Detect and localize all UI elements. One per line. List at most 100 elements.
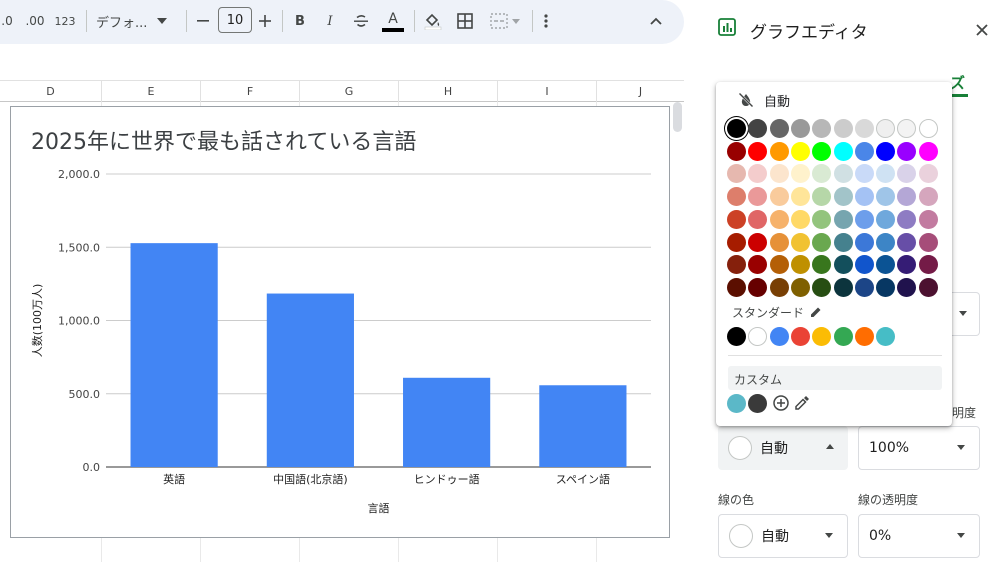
font-size-input[interactable]: 10 [218,7,252,33]
color-swatch[interactable] [897,209,917,229]
color-swatch[interactable] [918,164,938,184]
color-swatch[interactable] [748,255,768,275]
color-swatch[interactable] [876,209,896,229]
increase-decimal-button[interactable]: .00 [22,8,48,34]
color-swatch[interactable] [727,232,746,252]
color-swatch[interactable] [876,277,896,297]
eyedropper-button[interactable] [794,395,810,415]
color-swatch[interactable] [748,187,768,207]
column-header[interactable]: I [498,81,597,102]
color-swatch[interactable] [812,141,832,161]
color-swatch[interactable] [727,255,746,275]
color-swatch[interactable] [812,119,832,138]
color-swatch[interactable] [833,187,853,207]
color-swatch[interactable] [790,164,810,184]
color-swatch[interactable] [790,141,810,161]
color-swatch[interactable] [833,255,853,275]
font-size-increase-button[interactable] [256,8,274,34]
color-swatch[interactable] [854,164,874,184]
color-swatch[interactable] [769,209,789,229]
standard-color-swatch[interactable] [790,327,810,346]
color-swatch[interactable] [769,164,789,184]
color-swatch[interactable] [812,255,832,275]
edit-standard-colors-button[interactable] [810,303,822,322]
color-swatch[interactable] [876,255,896,275]
color-swatch[interactable] [790,187,810,207]
color-swatch[interactable] [748,232,768,252]
color-swatch[interactable] [876,164,896,184]
fill-color-button[interactable] [422,8,444,34]
color-swatch[interactable] [769,187,789,207]
fill-opacity-dropdown[interactable]: 100% [858,426,980,470]
color-swatch[interactable] [918,232,938,252]
color-swatch[interactable] [812,277,832,297]
standard-color-swatch[interactable] [812,327,832,346]
color-swatch[interactable] [727,187,746,207]
color-swatch[interactable] [897,164,917,184]
color-swatch[interactable] [854,277,874,297]
chart[interactable]: 2025年に世界で最も話されている言語 0.0 500.0 1,000.0 1,500.… [10,106,670,538]
color-swatch[interactable] [769,232,789,252]
color-swatch[interactable] [918,119,938,138]
color-swatch[interactable] [918,209,938,229]
number-format-button[interactable]: 123 [52,8,78,34]
fill-color-dropdown[interactable]: 自動 [718,426,848,470]
color-swatch[interactable] [876,141,896,161]
color-swatch[interactable] [854,232,874,252]
color-swatch[interactable] [748,277,768,297]
color-swatch[interactable] [897,187,917,207]
color-swatch[interactable] [790,232,810,252]
more-options-button[interactable] [538,8,554,34]
merge-cells-button[interactable] [486,8,524,34]
italic-button[interactable]: I [320,8,340,34]
color-swatch[interactable] [748,209,768,229]
close-panel-button[interactable] [976,20,988,41]
color-swatch[interactable] [748,141,768,161]
collapse-toolbar-button[interactable] [646,8,666,34]
custom-color-swatch[interactable] [748,394,768,413]
column-header[interactable]: D [0,81,102,102]
tab-customize[interactable]: ズ [950,72,965,93]
color-swatch[interactable] [769,119,789,138]
custom-color-swatch[interactable] [727,394,746,413]
color-swatch[interactable] [812,232,832,252]
color-swatch[interactable] [854,187,874,207]
color-swatch[interactable] [748,164,768,184]
vertical-scrollbar[interactable] [673,102,682,132]
color-swatch[interactable] [769,255,789,275]
text-color-button[interactable]: A [380,8,406,34]
column-header[interactable]: F [201,81,300,102]
color-swatch[interactable] [833,209,853,229]
color-swatch[interactable] [727,119,746,138]
color-swatch[interactable] [918,141,938,161]
color-swatch[interactable] [727,164,746,184]
color-swatch[interactable] [790,209,810,229]
color-swatch[interactable] [833,232,853,252]
color-swatch[interactable] [897,141,917,161]
color-swatch[interactable] [790,277,810,297]
standard-color-swatch[interactable] [769,327,789,346]
font-family-dropdown[interactable]: デフォ... [96,8,178,34]
color-swatch[interactable] [876,187,896,207]
color-swatch[interactable] [876,119,896,138]
column-header[interactable]: G [300,81,399,102]
color-swatch[interactable] [833,277,853,297]
color-swatch[interactable] [790,119,810,138]
standard-color-swatch[interactable] [748,327,768,346]
color-swatch[interactable] [918,255,938,275]
color-swatch[interactable] [854,255,874,275]
color-swatch[interactable] [854,209,874,229]
standard-color-swatch[interactable] [833,327,853,346]
color-swatch[interactable] [769,277,789,297]
decrease-decimal-button[interactable]: .0 [0,8,14,34]
color-swatch[interactable] [876,232,896,252]
color-swatch[interactable] [854,119,874,138]
color-swatch[interactable] [897,119,917,138]
color-swatch[interactable] [918,277,938,297]
add-custom-color-button[interactable] [773,395,789,415]
color-swatch[interactable] [727,141,746,161]
standard-color-swatch[interactable] [727,327,746,346]
color-swatch[interactable] [854,141,874,161]
line-color-dropdown[interactable]: 自動 [718,514,848,558]
color-swatch[interactable] [727,209,746,229]
